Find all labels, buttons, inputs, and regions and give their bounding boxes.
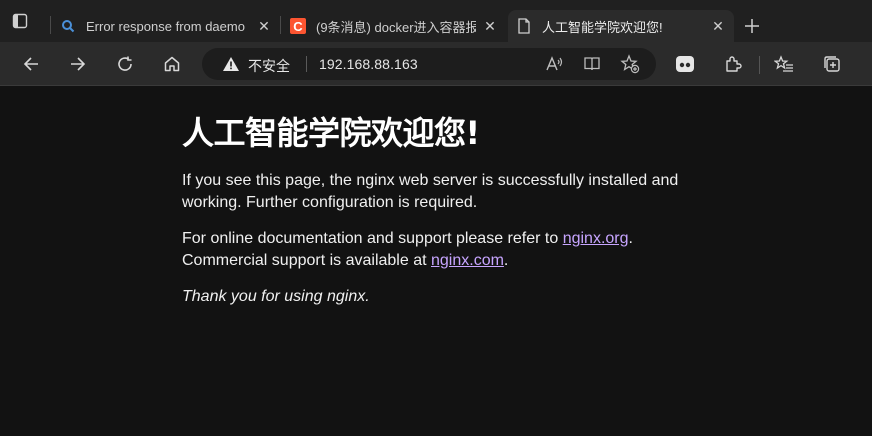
url-text[interactable]: 192.168.88.163 [319,56,418,72]
new-tab-icon[interactable] [742,16,762,36]
security-status-label[interactable]: 不安全 [248,56,290,76]
toolbar-separator [759,56,760,74]
home-icon[interactable] [160,52,184,76]
extensions-icon[interactable] [721,52,745,76]
tab-error-response[interactable]: Error response from daemo ✕ [52,10,280,42]
tab-separator [50,16,51,34]
page-viewport: 人工智能学院欢迎您! If you see this page, the ngi… [0,87,872,436]
address-bar[interactable]: 不安全 192.168.88.163 [202,48,656,80]
intro-paragraph: If you see this page, the nginx web serv… [182,172,679,211]
thanks-text: Thank you for using nginx. [182,288,370,305]
favorites-icon[interactable] [772,52,796,76]
tab-strip: Error response from daemo ✕ C (9条消息) doc… [0,0,872,42]
nginx-org-link[interactable]: nginx.org [563,230,629,247]
tab-title: 人工智能学院欢迎您! [542,19,663,35]
close-icon[interactable]: ✕ [482,18,498,34]
tab-title: (9条消息) docker进入容器报 [316,19,476,35]
tab-actions-icon[interactable] [12,13,28,29]
thanks-paragraph: Thank you for using nginx. [182,286,742,308]
nginx-com-link[interactable]: nginx.com [431,252,504,269]
page-heading: 人工智能学院欢迎您! [182,114,480,152]
collections-icon[interactable] [820,52,844,76]
warning-icon[interactable] [222,56,240,72]
commercial-text-punct: . [503,252,509,269]
refresh-icon[interactable] [113,52,137,76]
tab-csdn[interactable]: C (9条消息) docker进入容器报 ✕ [282,10,506,42]
address-divider [306,56,307,72]
immersive-reader-icon[interactable] [582,54,602,74]
tab-title: Error response from daemo [86,18,245,34]
extension-face-icon[interactable] [673,52,697,76]
read-aloud-icon[interactable] [544,54,564,74]
navigation-toolbar: 不安全 192.168.88.163 [0,42,872,86]
search-icon [60,18,76,34]
support-text-punct: . [628,230,633,247]
add-favorite-icon[interactable] [620,54,640,74]
support-text: For online documentation and support ple… [182,230,563,247]
back-icon[interactable] [19,52,43,76]
page-content: 人工智能学院欢迎您! If you see this page, the ngi… [182,87,742,308]
close-icon[interactable]: ✕ [256,18,272,34]
commercial-text: Commercial support is available at [182,252,431,269]
document-icon [516,18,532,34]
tab-separator [280,16,281,34]
favicon-letter: C [293,18,303,34]
close-icon[interactable]: ✕ [710,18,726,34]
support-paragraph: For online documentation and support ple… [182,228,742,272]
csdn-c-icon: C [290,18,306,34]
forward-icon[interactable] [66,52,90,76]
tab-nginx-welcome[interactable]: 人工智能学院欢迎您! ✕ [508,10,734,42]
